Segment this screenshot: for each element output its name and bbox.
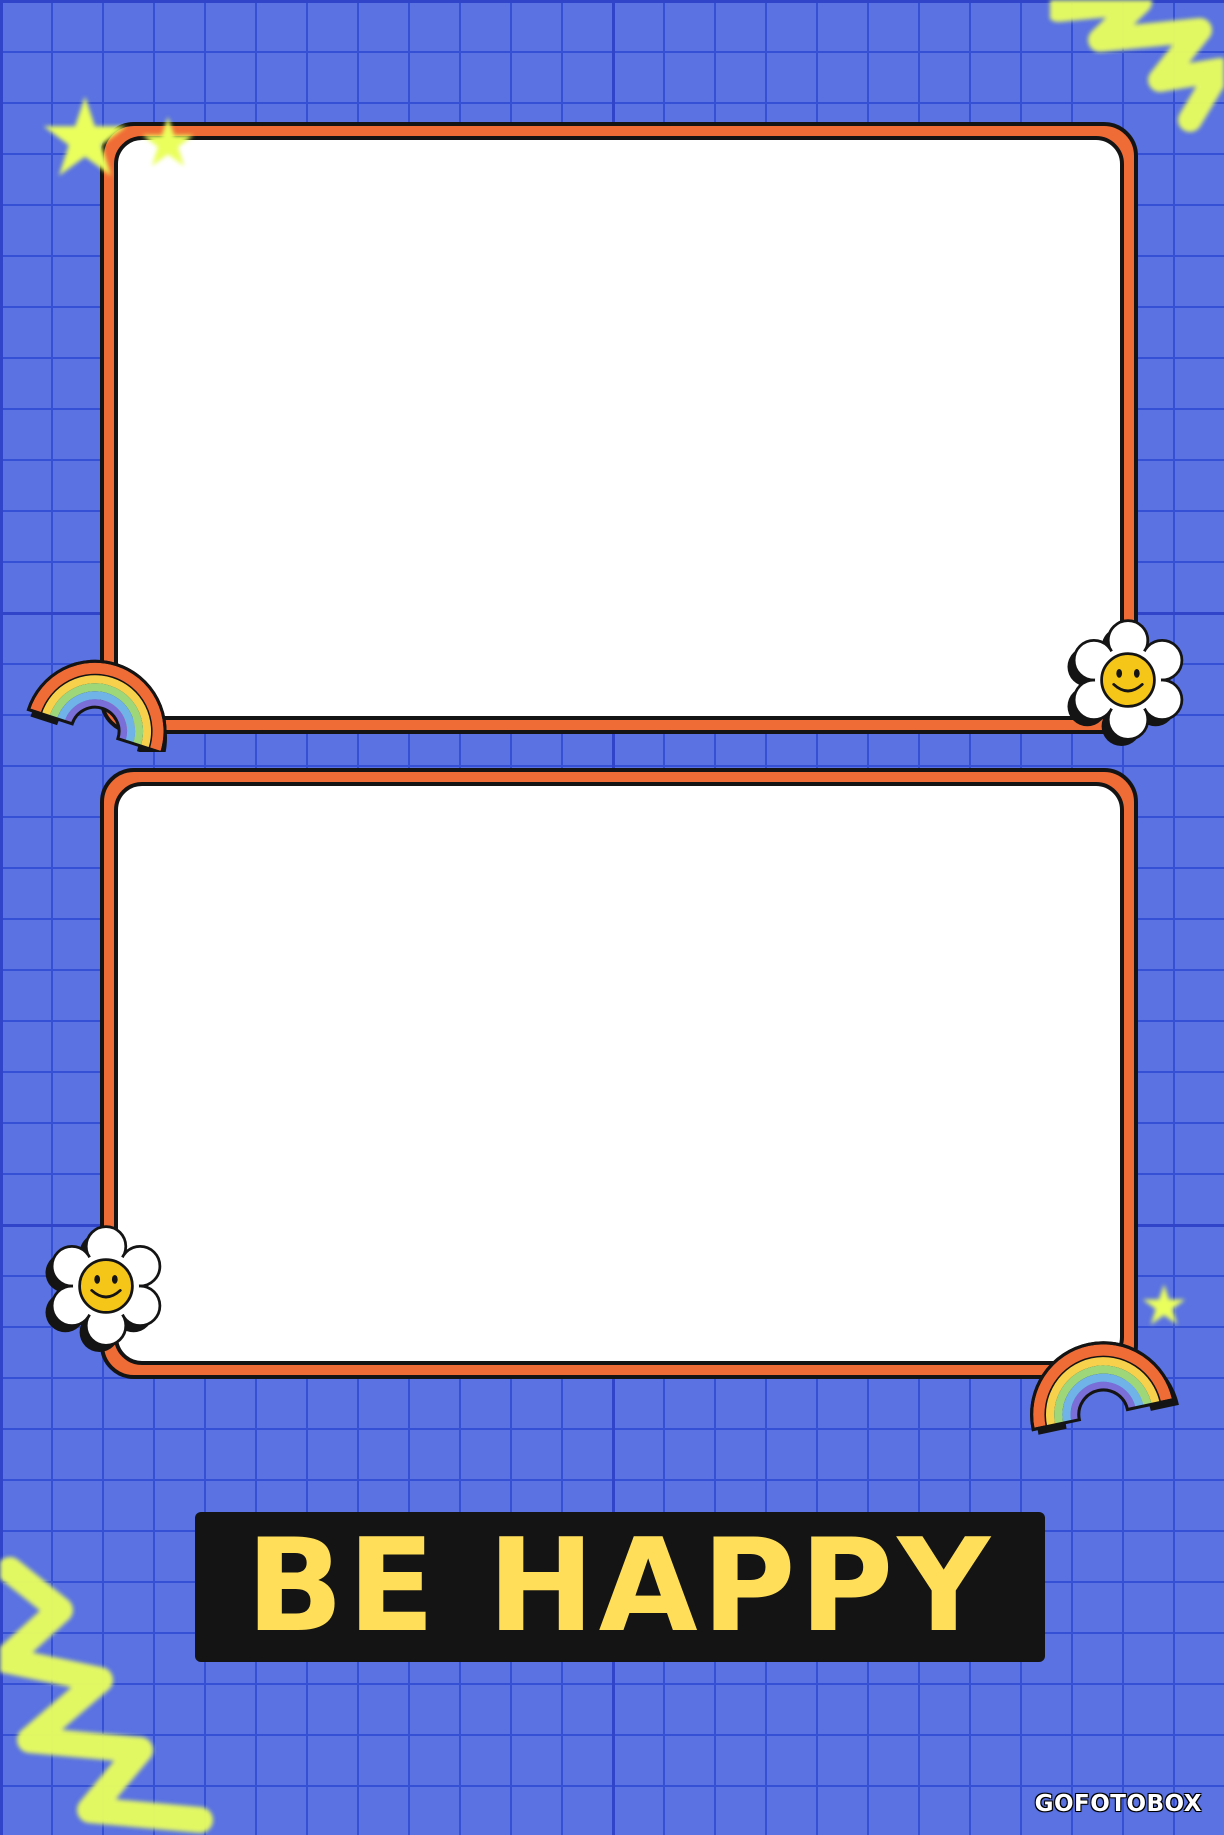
headline-banner: BE HAPPY xyxy=(195,1512,1045,1662)
smiley-flower-icon xyxy=(1067,619,1184,746)
headline-text: BE HAPPY xyxy=(245,1512,995,1661)
photo-frame-2 xyxy=(100,768,1138,1379)
brand-watermark: GOFOTOBOX xyxy=(1034,1791,1202,1817)
star-icon xyxy=(142,116,194,167)
smiley-flower-icon xyxy=(45,1225,162,1352)
rainbow-icon xyxy=(26,659,167,752)
photo-frame-1 xyxy=(100,122,1138,734)
rainbow-icon xyxy=(1030,1341,1179,1435)
photo-strip-template: BE HAPPY GOFOTOBOX xyxy=(0,0,1224,1835)
photo-slot-1[interactable] xyxy=(114,136,1124,720)
star-icon xyxy=(43,96,127,176)
photo-slot-2[interactable] xyxy=(114,782,1124,1365)
